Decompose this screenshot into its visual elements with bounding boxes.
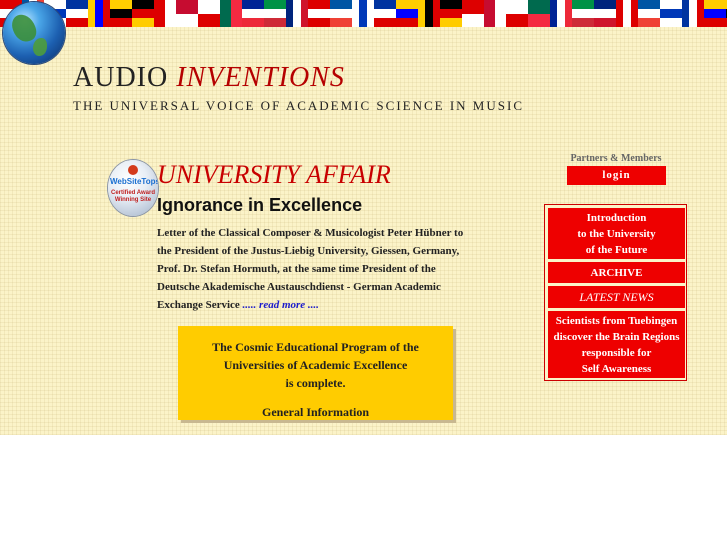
flag-icon	[176, 0, 198, 27]
site-title-audio: AUDIO	[73, 62, 169, 93]
flag-icon	[308, 0, 330, 27]
sidebar-item-archive[interactable]: ARCHIVE	[548, 262, 685, 283]
flag-icon	[374, 0, 396, 27]
flag-icon	[286, 0, 308, 27]
letter-description: Letter of the Classical Composer & Music…	[157, 224, 477, 314]
general-information-link[interactable]: General Information	[178, 403, 453, 421]
flag-icon	[396, 0, 418, 27]
flag-icon	[330, 0, 352, 27]
login-button[interactable]: login	[567, 166, 666, 185]
world-flags-banner	[0, 0, 727, 27]
sidebar-item-label: Introduction to the University of the Fu…	[577, 211, 656, 256]
flag-icon	[682, 0, 704, 27]
program-line-2: Universities of Academic Excellence	[223, 358, 408, 372]
flag-icon	[418, 0, 440, 27]
flag-icon	[638, 0, 660, 27]
sidebar-item-news-story[interactable]: Scientists from Tuebingen discover the B…	[548, 311, 685, 378]
award-badge-icon[interactable]: WebSiteTops Certified Award Winning Site	[108, 160, 158, 216]
program-line-3: is complete.	[285, 376, 346, 390]
section-title: UNIVERSITY AFFAIR	[157, 160, 391, 189]
sidebar-item-label: Scientists from Tuebingen discover the B…	[553, 314, 680, 375]
sidebar-nav: Introduction to the University of the Fu…	[544, 204, 687, 381]
flag-icon	[704, 0, 726, 27]
flag-icon	[154, 0, 176, 27]
flag-icon	[264, 0, 286, 27]
site-title-inventions: INVENTIONS	[176, 62, 345, 93]
flag-icon	[572, 0, 594, 27]
site-title: AUDIO INVENTIONS	[73, 62, 345, 94]
program-line-1: The Cosmic Educational Program of the	[212, 340, 419, 354]
flag-icon	[484, 0, 506, 27]
program-box: The Cosmic Educational Program of the Un…	[178, 326, 453, 420]
flag-icon	[220, 0, 242, 27]
section-subtitle: Ignorance in Excellence	[157, 195, 363, 215]
flag-icon	[88, 0, 110, 27]
flag-icon	[66, 0, 88, 27]
flag-icon	[528, 0, 550, 27]
award-badge-label: WebSiteTops	[110, 177, 158, 186]
flag-icon	[506, 0, 528, 27]
flag-icon	[132, 0, 154, 27]
sidebar-item-introduction[interactable]: Introduction to the University of the Fu…	[548, 208, 685, 259]
sidebar-item-latest-news[interactable]: LATEST NEWS	[548, 286, 685, 308]
flag-icon	[198, 0, 220, 27]
flag-icon	[594, 0, 616, 27]
flag-icon	[352, 0, 374, 27]
site-subtitle: THE UNIVERSAL VOICE OF ACADEMIC SCIENCE …	[73, 98, 524, 113]
flag-icon	[242, 0, 264, 27]
flag-icon	[616, 0, 638, 27]
award-badge-caption: Certified Award Winning Site	[110, 190, 155, 203]
flag-icon	[110, 0, 132, 27]
globe-icon	[3, 2, 65, 64]
sidebar-item-label: LATEST NEWS	[579, 290, 654, 304]
flag-icon	[462, 0, 484, 27]
read-more-link[interactable]: ..... read more ....	[243, 299, 319, 311]
flag-icon	[660, 0, 682, 27]
partners-members-label: Partners & Members	[570, 153, 662, 164]
sidebar-item-label: ARCHIVE	[590, 266, 643, 279]
flag-icon	[440, 0, 462, 27]
flag-icon	[550, 0, 572, 27]
